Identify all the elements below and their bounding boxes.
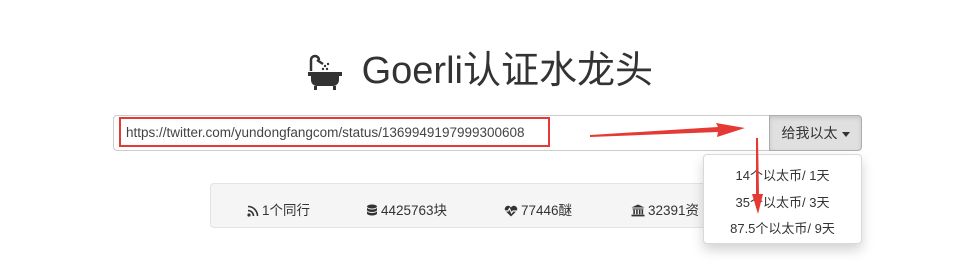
request-form: https://twitter.com/yundongfangcom/statu…: [113, 115, 862, 151]
menu-item-1-day[interactable]: 14个以太币/ 1天: [704, 165, 861, 184]
menu-item-3-days[interactable]: 35个以太币/ 3天: [704, 192, 861, 211]
bathtub-icon: [305, 51, 345, 91]
stat-blocks: 4425763块: [366, 199, 447, 219]
give-ether-dropdown-button[interactable]: 给我以太: [769, 115, 862, 151]
caret-down-icon: [841, 131, 850, 137]
url-input-value: https://twitter.com/yundongfangcom/statu…: [126, 125, 525, 140]
stat-funded: 32391资: [631, 199, 699, 219]
database-icon: [367, 204, 377, 216]
rss-icon: [247, 205, 259, 217]
heartbeat-icon: [504, 205, 518, 217]
give-ether-dropdown-label: 给我以太: [781, 125, 838, 141]
url-input[interactable]: https://twitter.com/yundongfangcom/statu…: [113, 115, 769, 151]
bank-icon: [631, 204, 645, 217]
menu-item-9-days[interactable]: 87.5个以太币/ 9天: [704, 218, 861, 237]
stats-bar: 1个同行 4425763块 77446醚 32391资: [210, 183, 740, 228]
page-title-text: Goerli认证水龙头: [361, 49, 653, 92]
give-ether-dropdown-menu: 14个以太币/ 1天 35个以太币/ 3天 87.5个以太币/ 9天: [703, 154, 862, 244]
stat-peers: 1个同行: [247, 199, 310, 219]
page-title: Goerli认证水龙头: [0, 44, 958, 96]
stat-ether: 77446醚: [504, 199, 572, 219]
